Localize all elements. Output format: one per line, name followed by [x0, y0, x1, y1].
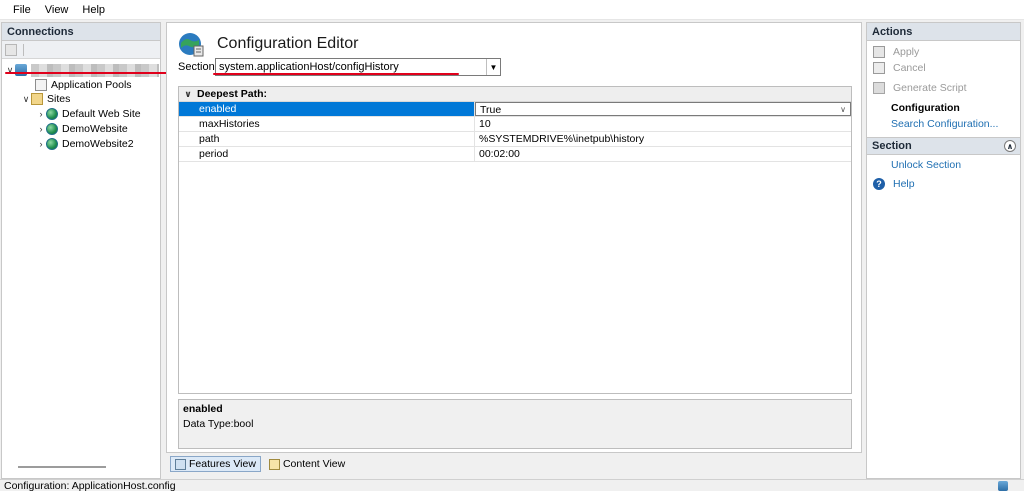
property-value-dropdown[interactable]: True ∨	[475, 102, 851, 116]
section-dropdown-value: system.applicationHost/configHistory	[219, 61, 399, 73]
tree-item-label: DemoWebsite	[62, 123, 128, 135]
server-icon	[15, 64, 27, 76]
tab-content-view[interactable]: Content View	[265, 456, 349, 472]
property-row[interactable]: period 00:02:00	[179, 147, 851, 162]
actions-pane: Actions Apply Cancel Generate Script Con…	[866, 22, 1021, 479]
section-header: Section ∧	[867, 137, 1020, 155]
cancel-icon	[873, 62, 885, 74]
chevron-right-icon[interactable]: ›	[36, 124, 46, 134]
tree-item-label: Default Web Site	[62, 108, 141, 120]
server-name-redacted	[31, 63, 159, 77]
property-description-panel: enabled Data Type:bool	[178, 399, 852, 449]
help-icon: ?	[873, 178, 885, 190]
tree-item-application-pools[interactable]: Application Pools	[35, 78, 132, 92]
configuration-editor-icon	[179, 33, 204, 57]
menu-file[interactable]: File	[6, 4, 38, 16]
chevron-right-icon[interactable]: ›	[36, 109, 46, 119]
view-tabs: Features View Content View	[170, 456, 353, 474]
menu-help[interactable]: Help	[75, 4, 112, 16]
actions-header: Actions	[867, 23, 1020, 41]
property-key[interactable]: period	[179, 147, 475, 161]
property-key[interactable]: path	[179, 132, 475, 146]
action-label: Generate Script	[893, 82, 967, 94]
property-value[interactable]: 00:02:00	[475, 147, 851, 161]
sites-folder-icon	[31, 93, 43, 105]
tab-features-view[interactable]: Features View	[170, 456, 261, 472]
property-group-label: Deepest Path:	[197, 88, 268, 100]
section-header-label: Section	[872, 140, 912, 152]
tab-label: Features View	[189, 458, 256, 470]
search-configuration-link[interactable]: Search Configuration...	[873, 118, 998, 130]
property-value[interactable]: 10	[475, 117, 851, 131]
server-status-icon	[998, 481, 1008, 491]
help-action[interactable]: ? Help	[873, 178, 915, 190]
connections-pane: Connections ∨ Application Pools ∨ Sites …	[1, 22, 161, 479]
tree-item-site[interactable]: › Default Web Site	[36, 107, 141, 121]
application-pools-icon	[35, 79, 47, 91]
annotation-underline	[213, 73, 459, 75]
tree-item-server[interactable]: ∨	[5, 63, 159, 77]
chevron-down-icon[interactable]: ∨	[21, 94, 31, 105]
features-view-icon	[175, 458, 186, 470]
unlock-section-link[interactable]: Unlock Section	[873, 159, 961, 171]
page-title: Configuration Editor	[217, 35, 359, 52]
tree-item-label: Application Pools	[51, 79, 132, 91]
tree-item-sites[interactable]: ∨ Sites	[21, 92, 70, 106]
chevron-down-icon[interactable]: ∨	[183, 89, 193, 100]
menu-bar: File View Help	[0, 0, 1024, 20]
description-text: Data Type:bool	[183, 418, 254, 430]
property-row[interactable]: maxHistories 10	[179, 117, 851, 132]
generate-script-icon	[873, 82, 885, 94]
globe-icon	[46, 123, 58, 135]
dropdown-arrow-icon[interactable]: ▼	[486, 59, 500, 75]
chevron-down-icon[interactable]: ∨	[837, 103, 849, 116]
tree-item-label: DemoWebsite2	[62, 138, 134, 150]
chevron-right-icon[interactable]: ›	[36, 139, 46, 149]
create-connection-icon[interactable]	[5, 43, 17, 56]
configuration-group-label: Configuration	[891, 102, 960, 114]
action-label: Cancel	[893, 62, 926, 74]
apply-icon	[873, 46, 885, 58]
connections-header: Connections	[2, 23, 160, 41]
property-row[interactable]: path %SYSTEMDRIVE%\inetpub\history	[179, 132, 851, 147]
connections-toolbar	[2, 41, 160, 59]
property-row[interactable]: enabled True ∨	[179, 102, 851, 117]
property-group-header[interactable]: ∨ Deepest Path:	[179, 87, 851, 102]
globe-icon	[46, 138, 58, 150]
content-view-icon	[268, 458, 280, 470]
menu-view[interactable]: View	[38, 4, 76, 16]
status-text: Configuration: ApplicationHost.config	[4, 480, 176, 491]
description-title: enabled	[183, 403, 223, 415]
property-grid: ∨ Deepest Path: enabled True ∨ maxHistor…	[178, 86, 852, 394]
section-label: Section:	[178, 61, 218, 73]
action-label: Apply	[893, 46, 920, 58]
tab-label: Content View	[282, 458, 346, 470]
tree-item-site[interactable]: › DemoWebsite	[36, 122, 128, 136]
status-bar: Configuration: ApplicationHost.config	[0, 479, 1024, 491]
property-key[interactable]: maxHistories	[179, 117, 475, 131]
annotation-underline	[5, 72, 167, 74]
property-value: True	[480, 104, 502, 116]
collapse-icon[interactable]: ∧	[1004, 140, 1016, 152]
property-key[interactable]: enabled	[179, 102, 475, 116]
help-link: Help	[893, 178, 915, 190]
tree-item-site[interactable]: › DemoWebsite2	[36, 137, 134, 151]
cancel-action[interactable]: Cancel	[873, 62, 926, 74]
tree-item-label: Sites	[47, 93, 71, 105]
toolbar-separator	[23, 43, 24, 56]
horizontal-scrollbar[interactable]	[18, 466, 106, 468]
apply-action[interactable]: Apply	[873, 46, 919, 58]
generate-script-action[interactable]: Generate Script	[873, 82, 967, 94]
globe-icon	[46, 108, 58, 120]
configuration-editor-pane: Configuration Editor Section: system.app…	[166, 22, 862, 453]
property-value[interactable]: %SYSTEMDRIVE%\inetpub\history	[475, 132, 851, 146]
